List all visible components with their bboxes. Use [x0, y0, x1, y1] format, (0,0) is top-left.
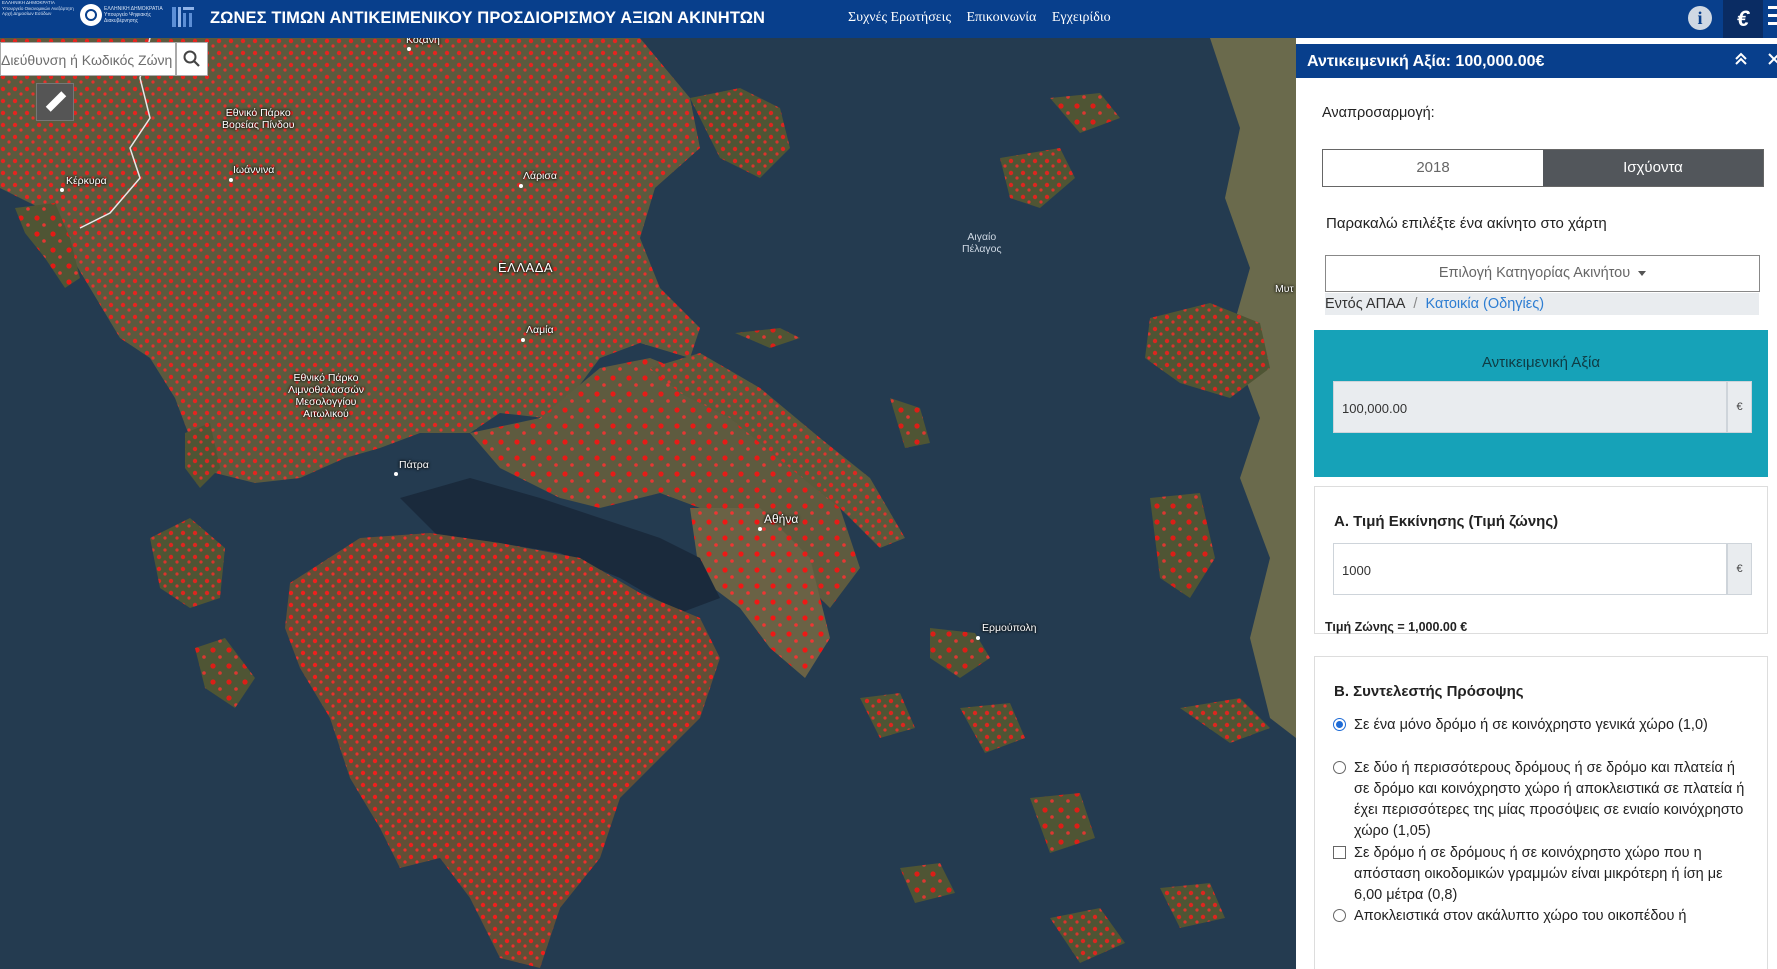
- revaluation-label: Αναπροσαρμογή:: [1322, 105, 1435, 121]
- euro-addon: €: [1727, 543, 1752, 595]
- top-nav: Συχνές Ερωτήσεις Επικοινωνία Εγχειρίδιο: [848, 10, 1123, 26]
- breadcrumb: Εντός ΑΠΑΑ / Κατοικία (Οδηγίες): [1325, 293, 1759, 315]
- city-marker: [394, 472, 398, 476]
- breadcrumb-separator: /: [1413, 296, 1418, 312]
- facade-option-3-checkbox[interactable]: [1333, 846, 1346, 859]
- starting-price-title: Α. Τιμή Εκκίνησης (Τιμή ζώνης): [1334, 513, 1559, 530]
- breadcrumb-guidelines-link[interactable]: Κατοικία (Οδηγίες): [1425, 296, 1544, 312]
- info-icon[interactable]: i: [1688, 6, 1712, 30]
- select-property-prompt: Παρακαλώ επιλέξτε ένα ακίνητο στο χάρτη: [1326, 215, 1607, 232]
- city-marker: [519, 184, 523, 188]
- toggle-2018[interactable]: 2018: [1323, 150, 1543, 186]
- city-marker: [229, 178, 233, 182]
- revaluation-toggle: 2018 Ισχύοντα: [1322, 149, 1764, 187]
- facade-option-2-label: Σε δύο ή περισσότερους δρόμους ή σε δρόμ…: [1354, 760, 1745, 839]
- collapse-chevron-icon[interactable]: [1734, 52, 1748, 66]
- facade-option-1-radio[interactable]: [1333, 718, 1346, 731]
- euro-icon[interactable]: €: [1723, 0, 1763, 38]
- ruler-icon: [45, 91, 67, 112]
- breadcrumb-first: Εντός ΑΠΑΑ: [1325, 296, 1406, 312]
- map-label-lamia: Λαμία: [526, 324, 554, 336]
- facade-title: Β. Συντελεστής Πρόσοψης: [1334, 683, 1524, 700]
- facade-option-4[interactable]: Αποκλειστικά στον ακάλυπτο χώρο του οικο…: [1333, 906, 1753, 946]
- objective-value-field[interactable]: 100,000.00: [1333, 381, 1727, 433]
- nav-contact-link[interactable]: Επικοινωνία: [966, 10, 1036, 25]
- measure-button[interactable]: [36, 83, 74, 121]
- top-bar: ΕΛΛΗΝΙΚΗ ΔΗΜΟΚΡΑΤΙΑ Υπουργείο Οικονομικώ…: [0, 0, 1777, 38]
- city-marker: [407, 47, 411, 51]
- map-label-patra: Πάτρα: [399, 459, 429, 471]
- satellite-map[interactable]: [0, 38, 1296, 969]
- ktimatologio-logo: [172, 7, 194, 27]
- address-search-input[interactable]: Διεύθυνση ή Κωδικός Ζώνη: [0, 42, 176, 76]
- aade-logo: ΕΛΛΗΝΙΚΗ ΔΗΜΟΚΡΑΤΙΑ Υπουργείο Οικονομικώ…: [2, 0, 74, 16]
- app-title: ΖΩΝΕΣ ΤΙΜΩΝ ΑΝΤΙΚΕΙΜΕΝΙΚΟΥ ΠΡΟΣΔΙΟΡΙΣΜΟΥ…: [210, 9, 766, 27]
- search-button[interactable]: [176, 42, 208, 76]
- search-icon: [183, 50, 200, 67]
- city-marker: [976, 636, 980, 640]
- facade-option-1[interactable]: Σε ένα μόνο δρόμο ή σε κοινόχρηστο γενικ…: [1333, 715, 1753, 759]
- property-category-dropdown[interactable]: Επιλογή Κατηγορίας Ακινήτου: [1325, 255, 1760, 292]
- map-view[interactable]: Κοζάνη Εθνικό Πάρκο Βορείας Πίνδου Ιωάνν…: [0, 38, 1296, 969]
- facade-option-4-label: Αποκλειστικά στον ακάλυπτο χώρο του οικο…: [1354, 908, 1687, 924]
- city-marker: [758, 527, 762, 531]
- city-marker: [60, 188, 64, 192]
- map-label-mytilene: Μυτ: [1275, 283, 1294, 295]
- panel-header: Αντικειμενική Αξία: 100,000.00€: [1296, 44, 1777, 78]
- caret-down-icon: [1638, 270, 1647, 276]
- map-label-ermoupoli: Ερμούπολη: [982, 622, 1037, 634]
- map-label-pindos-park: Εθνικό Πάρκο Βορείας Πίνδου: [222, 107, 295, 131]
- map-label-athina: Αθήνα: [764, 512, 799, 526]
- greek-emblem-logo: [80, 4, 102, 26]
- ministry-logo: ΕΛΛΗΝΙΚΗ ΔΗΜΟΚΡΑΤΙΑ Υπουργείο Ψηφιακής Δ…: [104, 6, 163, 24]
- map-label-aegean-sea: Αιγαίο Πέλαγος: [962, 231, 1002, 255]
- menu-icon[interactable]: [1768, 6, 1777, 32]
- facade-option-3[interactable]: Σε δρόμο ή σε δρόμους ή σε κοινόχρηστο χ…: [1333, 843, 1753, 906]
- map-label-ellada: ΕΛΛΑΔΑ: [498, 260, 554, 275]
- dropdown-label: Επιλογή Κατηγορίας Ακινήτου: [1438, 265, 1631, 281]
- panel-title: Αντικειμενική Αξία: 100,000.00€: [1307, 53, 1545, 70]
- map-label-kozani: Κοζάνη: [406, 38, 440, 46]
- nav-manual-link[interactable]: Εγχειρίδιο: [1052, 10, 1111, 25]
- facade-option-4-radio[interactable]: [1333, 909, 1346, 922]
- close-icon[interactable]: [1768, 52, 1777, 66]
- nav-faq-link[interactable]: Συχνές Ερωτήσεις: [848, 10, 951, 25]
- valuation-panel: Αντικειμενική Αξία: 100,000.00€ Αναπροσα…: [1296, 38, 1777, 969]
- objective-value-title: Αντικειμενική Αξία: [1481, 354, 1601, 371]
- map-label-mesolonghi-park: Εθνικό Πάρκο Λιμνοθαλασσών Μεσολογγίου Α…: [288, 372, 364, 420]
- map-label-kerkyra: Κέρκυρα: [66, 175, 107, 187]
- facade-option-2[interactable]: Σε δύο ή περισσότερους δρόμους ή σε δρόμ…: [1333, 758, 1753, 842]
- facade-option-3-label: Σε δρόμο ή σε δρόμους ή σε κοινόχρηστο χ…: [1354, 845, 1723, 903]
- city-marker: [521, 338, 525, 342]
- map-label-larisa: Λάρισα: [523, 170, 557, 182]
- facade-option-1-label: Σε ένα μόνο δρόμο ή σε κοινόχρηστο γενικ…: [1354, 717, 1708, 733]
- starting-price-input[interactable]: 1000: [1333, 543, 1727, 595]
- map-label-ioannina: Ιωάννινα: [233, 164, 275, 176]
- zone-price-value: Τιμή Ζώνης = 1,000.00 €: [1325, 620, 1468, 634]
- facade-option-2-radio[interactable]: [1333, 761, 1346, 774]
- euro-addon: €: [1727, 381, 1752, 433]
- toggle-current[interactable]: Ισχύοντα: [1543, 150, 1763, 186]
